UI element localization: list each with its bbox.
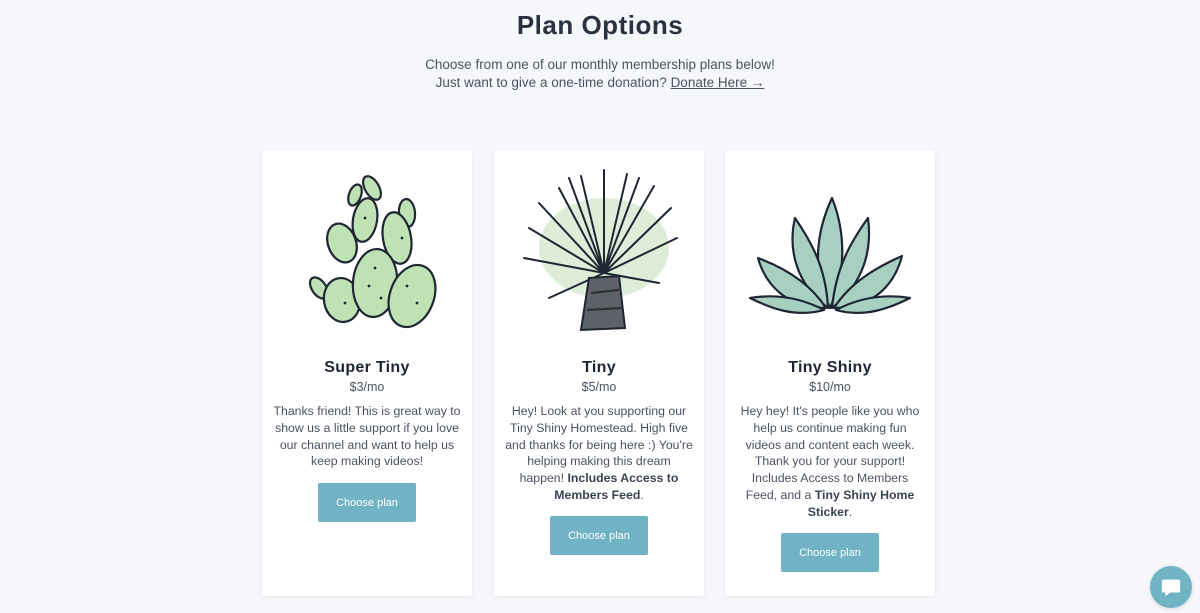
choose-plan-button-tiny[interactable]: Choose plan [550,516,648,555]
chat-button[interactable] [1150,566,1192,608]
plan-name: Tiny Shiny [788,359,872,376]
description-end: . [640,487,644,502]
subtitle-line-1: Choose from one of our monthly membershi… [425,57,775,72]
prickly-pear-cactus-illustration [308,175,437,329]
description-text: Thanks friend! This is great way to show… [273,404,461,469]
subtitle-line-2: Just want to give a one-time donation? D… [0,74,1200,92]
chat-bubble-icon [1161,579,1181,597]
plan-description: Hey hey! It's people like you who help u… [735,403,925,521]
choose-plan-button-super-tiny[interactable]: Choose plan [318,483,416,522]
choose-plan-button-tiny-shiny[interactable]: Choose plan [781,533,879,572]
subtitle: Choose from one of our monthly membershi… [0,56,1200,92]
plan-description: Thanks friend! This is great way to show… [272,403,462,470]
plan-card-super-tiny: Super Tiny $3/mo Thanks friend! This is … [262,150,472,596]
agave-plant-illustration [748,196,912,314]
plan-price: $3/mo [349,380,385,394]
plan-description: Hey! Look at you supporting our Tiny Shi… [504,403,694,504]
page-title: Plan Options [516,10,684,40]
plan-name: Tiny [582,359,616,376]
plan-price: $10/mo [809,380,851,394]
plan-price: $5/mo [581,380,617,394]
description-end: . [848,504,853,519]
subtitle-line-2-text: Just want to give a one-time donation? [435,75,667,90]
yucca-plant-illustration [523,169,678,332]
plan-name: Super Tiny [324,359,410,376]
plan-cards: Super Tiny $3/mo Thanks friend! This is … [262,150,936,596]
description-highlight: Tiny Shiny Home Sticker [807,487,915,519]
donate-here-link[interactable]: Donate Here → [671,75,765,90]
description-highlight: Includes Access to Members Feed [554,471,679,502]
plan-card-tiny-shiny: Tiny Shiny $10/mo Hey hey! It's people l… [725,150,935,596]
plan-card-tiny: Tiny $5/mo Hey! Look at you supporting o… [494,150,704,596]
